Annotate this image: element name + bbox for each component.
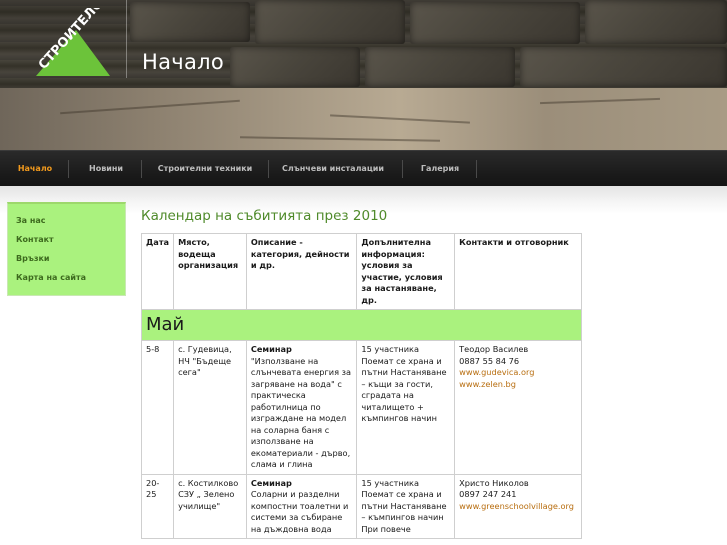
contact-phone: 0897 247 241 bbox=[459, 489, 517, 499]
cell-description: Семинар Соларни и разделни компостни тоа… bbox=[245, 473, 358, 539]
header-stone bbox=[255, 0, 405, 44]
month-label: Май bbox=[141, 309, 582, 341]
table-header-row: Дата Място, водеща организация Описание … bbox=[140, 233, 582, 310]
header-stone bbox=[410, 2, 580, 44]
sidebar-item-sitemap[interactable]: Карта на сайта bbox=[16, 273, 86, 282]
header-additional-info: Допълнителна информация: условия за учас… bbox=[356, 233, 456, 310]
cell-contact: Теодор Василев 0887 55 84 76 www.gudevic… bbox=[454, 340, 582, 475]
nav-item-gallery[interactable]: Галерия bbox=[410, 151, 470, 187]
header-stone-band bbox=[0, 88, 727, 150]
sidebar: За нас Контакт Връзки Карта на сайта bbox=[7, 202, 126, 296]
cell-date: 20-25 bbox=[140, 473, 175, 539]
logo-divider bbox=[126, 0, 127, 78]
table-row: 5-8 с. Гудевица, НЧ "Бъдеще сега" Семина… bbox=[140, 340, 582, 475]
header-stone bbox=[365, 47, 515, 87]
contact-name: Христо Николов bbox=[459, 477, 529, 488]
header-place: Място, водеща организация bbox=[173, 233, 247, 310]
main-nav: Начало Новини Строителни техники Слънчев… bbox=[0, 150, 727, 186]
content-title: Календар на събитията през 2010 bbox=[141, 208, 388, 224]
page-title: Начало bbox=[142, 50, 225, 74]
contact-link[interactable]: www.gudevica.org bbox=[459, 367, 534, 377]
nav-item-solar-installations[interactable]: Слънчеви инсталации bbox=[276, 151, 390, 187]
cell-place: с. Костилково СЗУ „ Зелено училище" bbox=[173, 473, 247, 539]
site-header: СТРОИТЕЛСТВО Начало bbox=[0, 0, 727, 150]
contact-name: Теодор Василев bbox=[459, 344, 529, 354]
contact-link[interactable]: www.zelen.bg bbox=[459, 379, 516, 389]
sidebar-item-links[interactable]: Връзки bbox=[16, 254, 50, 263]
header-contacts: Контакти и отговорник bbox=[454, 233, 582, 310]
site-logo[interactable]: СТРОИТЕЛСТВО bbox=[14, 0, 126, 80]
cell-info: 15 участника Поемат се храна и пътни Нас… bbox=[356, 340, 456, 475]
contact-phone: 0887 55 84 76 bbox=[459, 355, 520, 366]
header-description: Описание - категория, дейности и др. bbox=[245, 233, 358, 310]
header-stone bbox=[130, 2, 250, 42]
cell-date: 5-8 bbox=[140, 340, 175, 475]
table-row: 20-25 с. Костилково СЗУ „ Зелено училище… bbox=[140, 473, 582, 539]
description-title: Семинар bbox=[250, 477, 292, 488]
contact-link[interactable]: www.greenschoolvillage.org bbox=[459, 501, 574, 511]
sidebar-item-contact[interactable]: Контакт bbox=[16, 235, 54, 244]
cell-place: с. Гудевица, НЧ "Бъдеще сега" bbox=[173, 340, 247, 475]
header-stone bbox=[520, 47, 727, 87]
month-row: Май bbox=[141, 309, 582, 341]
nav-item-news[interactable]: Новини bbox=[76, 151, 136, 187]
nav-item-home[interactable]: Начало bbox=[8, 151, 62, 187]
description-text: "Използване на слънчевата енергия за заг… bbox=[250, 355, 351, 470]
cell-description: Семинар "Използване на слънчевата енерги… bbox=[245, 340, 358, 475]
cell-info: 15 участника Поемат се храна и пътни Нас… bbox=[356, 473, 456, 539]
header-stone bbox=[585, 0, 727, 44]
nav-item-building-techniques[interactable]: Строителни техники bbox=[148, 151, 262, 187]
header-date: Дата bbox=[140, 233, 175, 310]
cell-contact: Христо Николов 0897 247 241 www.greensch… bbox=[454, 473, 582, 539]
description-title: Семинар bbox=[250, 344, 292, 354]
sidebar-item-about[interactable]: За нас bbox=[16, 216, 46, 225]
logo-triangle-icon: СТРОИТЕЛСТВО bbox=[36, 0, 126, 76]
header-stone bbox=[230, 47, 360, 87]
description-text: Соларни и разделни компостни тоалетни и … bbox=[250, 489, 349, 534]
events-table: Дата Място, водеща организация Описание … bbox=[140, 233, 582, 539]
